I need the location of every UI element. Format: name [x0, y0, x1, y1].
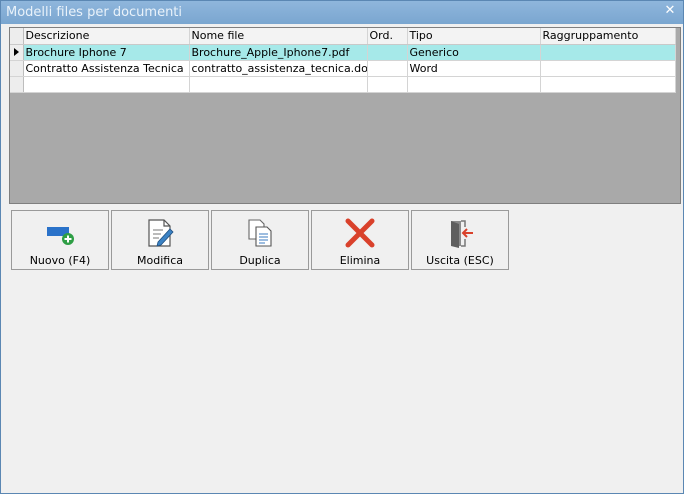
column-header-tipo[interactable]: Tipo [407, 28, 541, 45]
table-row[interactable]: Brochure Iphone 7 Brochure_Apple_Iphone7… [10, 44, 676, 61]
cell-raggruppamento[interactable] [540, 60, 676, 77]
cell-ord[interactable] [367, 60, 408, 77]
cell-descrizione[interactable] [23, 76, 190, 93]
add-icon [47, 227, 74, 245]
cell-nome-file[interactable]: Brochure_Apple_Iphone7.pdf [189, 44, 368, 61]
row-indicator[interactable] [10, 44, 24, 61]
nuovo-label: Nuovo (F4) [29, 254, 91, 267]
copy-document-icon [248, 219, 272, 247]
table-row[interactable]: Contratto Assistenza Tecnica contratto_a… [10, 60, 676, 77]
cell-ord[interactable] [367, 44, 408, 61]
cell-descrizione[interactable]: Contratto Assistenza Tecnica [23, 60, 190, 77]
column-header-nome-file[interactable]: Nome file [189, 28, 368, 45]
dialog-window: Modelli files per documenti ✕ Descrizion… [0, 0, 684, 494]
nuovo-button[interactable]: Nuovo (F4) [11, 210, 109, 270]
delete-x-icon [345, 218, 375, 248]
elimina-button[interactable]: Elimina [311, 210, 409, 270]
cell-ord[interactable] [367, 76, 408, 93]
uscita-button[interactable]: Uscita (ESC) [411, 210, 509, 270]
modifica-label: Modifica [137, 254, 183, 267]
cell-nome-file[interactable]: contratto_assistenza_tecnica.doc [189, 60, 368, 77]
cell-tipo[interactable]: Word [407, 60, 541, 77]
table-header: Descrizione Nome file Ord. Tipo Raggrupp… [10, 28, 676, 45]
row-indicator[interactable] [10, 60, 24, 77]
row-pointer-icon [14, 48, 19, 56]
column-header-ord[interactable]: Ord. [367, 28, 408, 45]
window-title: Modelli files per documenti [6, 5, 183, 20]
cell-nome-file[interactable] [189, 76, 368, 93]
cell-raggruppamento[interactable] [540, 76, 676, 93]
elimina-label: Elimina [339, 254, 381, 267]
uscita-label: Uscita (ESC) [426, 254, 494, 267]
cell-raggruppamento[interactable] [540, 44, 676, 61]
cell-tipo[interactable] [407, 76, 541, 93]
duplica-label: Duplica [239, 254, 281, 267]
duplica-button[interactable]: Duplica [211, 210, 309, 270]
close-icon[interactable]: ✕ [663, 4, 677, 18]
files-table: Descrizione Nome file Ord. Tipo Raggrupp… [10, 28, 676, 93]
cell-descrizione[interactable]: Brochure Iphone 7 [23, 44, 190, 61]
column-header-descrizione[interactable]: Descrizione [23, 28, 190, 45]
row-indicator-header [10, 28, 24, 45]
edit-document-icon [148, 219, 174, 247]
new-row[interactable] [10, 76, 676, 93]
exit-door-icon [451, 220, 473, 248]
modifica-button[interactable]: Modifica [111, 210, 209, 270]
cell-tipo[interactable]: Generico [407, 44, 541, 61]
column-header-raggruppamento[interactable]: Raggruppamento [540, 28, 676, 45]
files-grid: Descrizione Nome file Ord. Tipo Raggrupp… [9, 27, 681, 204]
row-indicator[interactable] [10, 76, 24, 93]
title-bar[interactable]: Modelli files per documenti ✕ [1, 1, 683, 24]
